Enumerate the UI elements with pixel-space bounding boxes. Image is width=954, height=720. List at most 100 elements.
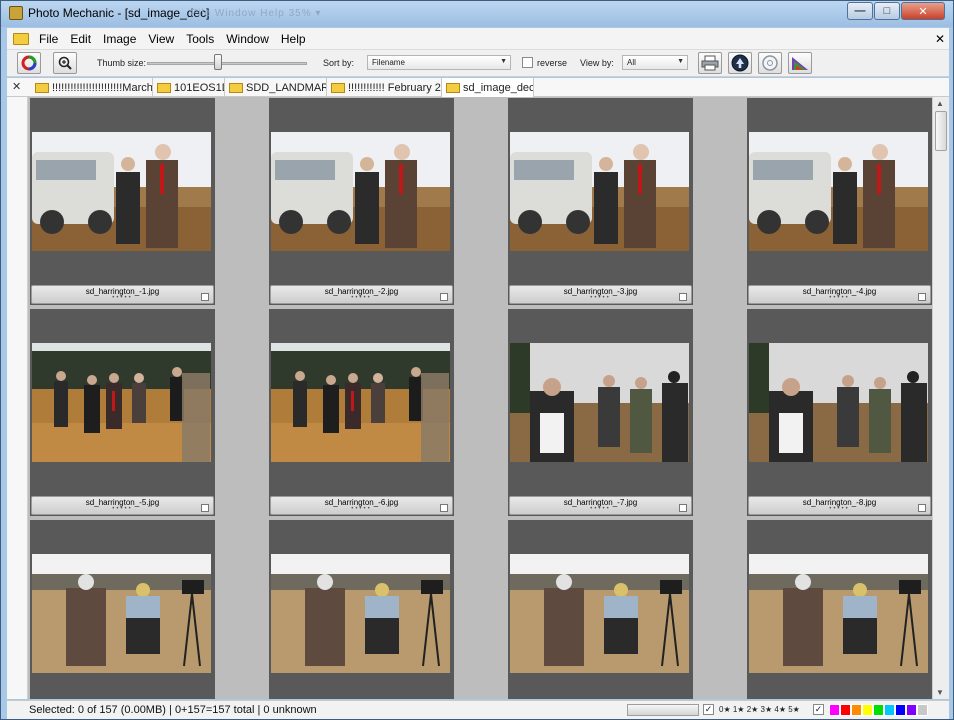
thumbnail-image[interactable] (510, 554, 689, 673)
color-histogram-icon (792, 57, 808, 70)
close-document-icon[interactable]: ✕ (935, 32, 945, 46)
color-class-swatch[interactable] (895, 704, 906, 716)
chevron-down-icon: ▼ (677, 58, 684, 65)
menu-tools[interactable]: Tools (180, 32, 220, 46)
star-rating-dots[interactable]: ••••• (32, 506, 213, 512)
title-bar[interactable]: Photo Mechanic - [sd_image_dec] File Win… (1, 1, 953, 27)
maximize-button[interactable]: □ (874, 2, 900, 20)
tag-checkbox[interactable] (679, 293, 687, 301)
menu-help[interactable]: Help (275, 32, 312, 46)
tag-checkbox[interactable] (201, 293, 209, 301)
tab-101eos1d[interactable]: 101EOS1D (153, 78, 225, 97)
zoom-icon (58, 56, 72, 70)
thumbnail-cell[interactable] (747, 520, 932, 699)
star-rating-dots[interactable]: ••••• (510, 506, 691, 512)
star-filter-checkbox[interactable]: ✓ (703, 704, 714, 715)
thumbnail-image[interactable] (749, 343, 928, 462)
scroll-up-icon[interactable]: ▲ (936, 99, 944, 108)
tag-checkbox[interactable] (918, 293, 926, 301)
color-class-swatch[interactable] (851, 704, 862, 716)
tag-checkbox[interactable] (440, 504, 448, 512)
folder-icon[interactable] (13, 32, 29, 45)
scroll-down-icon[interactable]: ▼ (936, 688, 944, 697)
star-rating-dots[interactable]: ••••• (271, 506, 452, 512)
thumbnail-image[interactable] (271, 554, 450, 673)
reverse-checkbox[interactable] (522, 57, 533, 68)
color-class-swatch[interactable] (884, 704, 895, 716)
thumbnail-image[interactable] (271, 132, 450, 251)
app-window: Photo Mechanic - [sd_image_dec] File Win… (0, 0, 954, 720)
tag-checkbox[interactable] (440, 293, 448, 301)
contact-sheet[interactable]: sd_harrington_-1.jpg ••••• sd_harrington_-… (28, 97, 932, 699)
thumbnail-image[interactable] (32, 554, 211, 673)
thumb-size-slider-handle[interactable] (214, 54, 222, 70)
chevron-down-icon: ▼ (500, 58, 507, 65)
star-rating-dots[interactable]: ••••• (749, 295, 930, 301)
tab-label: !!!!!!!!!!!! February 2012 (348, 81, 441, 94)
tag-checkbox[interactable] (918, 504, 926, 512)
thumbnail-image[interactable] (510, 343, 689, 462)
color-class-swatch[interactable] (829, 704, 840, 716)
view-by-value: All (627, 58, 636, 67)
photo-mechanic-icon[interactable] (9, 6, 23, 20)
star-rating-dots[interactable]: ••••• (271, 295, 452, 301)
tab-sd-image-dec[interactable]: sd_image_dec (442, 78, 534, 97)
close-button[interactable]: ✕ (901, 2, 945, 20)
folder-icon (157, 82, 171, 93)
tab-february[interactable]: !!!!!!!!!!!! February 2012 (327, 78, 442, 97)
menu-view[interactable]: View (142, 32, 180, 46)
tab-march[interactable]: !!!!!!!!!!!!!!!!!!!!!!!March 201 (31, 78, 153, 97)
thumbnail-cell[interactable]: sd_harrington_-6.jpg ••••• (269, 309, 454, 516)
view-by-select[interactable]: All ▼ (622, 55, 688, 70)
color-class-swatch[interactable] (873, 704, 884, 716)
thumbnail-image[interactable] (510, 132, 689, 251)
thumbnail-image[interactable] (32, 343, 211, 462)
thumbnail-cell[interactable]: sd_harrington_-3.jpg ••••• (508, 98, 693, 305)
sort-by-select[interactable]: Filename ▼ (367, 55, 511, 70)
menu-image[interactable]: Image (97, 32, 142, 46)
color-class-swatch[interactable] (840, 704, 851, 716)
menu-file[interactable]: File (33, 32, 64, 46)
disc-button[interactable] (758, 52, 782, 74)
thumbnail-cell[interactable]: sd_harrington_-1.jpg ••••• (30, 98, 215, 305)
thumbnail-image[interactable] (32, 132, 211, 251)
color-wheel-button[interactable] (17, 52, 41, 74)
thumbnail-image[interactable] (749, 554, 928, 673)
star-rating-dots[interactable]: ••••• (749, 506, 930, 512)
thumbnail-cell[interactable] (508, 520, 693, 699)
star-rating-filter[interactable]: 0★ 1★ 2★ 3★ 4★ 5★ (719, 705, 800, 714)
star-rating-dots[interactable]: ••••• (510, 295, 691, 301)
thumbnail-cell[interactable]: sd_harrington_-7.jpg ••••• (508, 309, 693, 516)
color-class-checkbox[interactable]: ✓ (813, 704, 824, 715)
tag-checkbox[interactable] (201, 504, 209, 512)
vertical-scrollbar[interactable]: ▲ ▼ (932, 97, 949, 699)
minimize-button[interactable]: — (847, 2, 873, 20)
thumbnail-cell[interactable] (269, 520, 454, 699)
print-button[interactable] (698, 52, 722, 74)
tab-label: !!!!!!!!!!!!!!!!!!!!!!!March 201 (52, 81, 153, 94)
star-rating-dots[interactable]: ••••• (32, 295, 213, 301)
thumbnail-cell[interactable]: sd_harrington_-2.jpg ••••• (269, 98, 454, 305)
thumb-size-slider[interactable] (147, 62, 307, 65)
thumbnail-cell[interactable]: sd_harrington_-4.jpg ••••• (747, 98, 932, 305)
color-histogram-button[interactable] (788, 52, 812, 74)
tab-label: SDD_LANDMARK (246, 81, 326, 94)
tag-checkbox[interactable] (679, 504, 687, 512)
thumbnail-cell[interactable] (30, 520, 215, 699)
menu-edit[interactable]: Edit (64, 32, 97, 46)
view-by-label: View by: (580, 58, 614, 68)
thumbnail-image[interactable] (271, 343, 450, 462)
close-tab-icon[interactable]: ✕ (12, 80, 21, 93)
zoom-button[interactable] (53, 52, 77, 74)
thumbnail-cell[interactable]: sd_harrington_-5.jpg ••••• (30, 309, 215, 516)
scrollbar-thumb[interactable] (935, 111, 947, 151)
menu-window[interactable]: Window (220, 32, 275, 46)
upload-button[interactable] (728, 52, 752, 74)
thumbnail-cell[interactable]: sd_harrington_-8.jpg ••••• (747, 309, 932, 516)
color-class-swatch[interactable] (906, 704, 917, 716)
color-class-swatch[interactable] (862, 704, 873, 716)
color-class-swatch[interactable] (917, 704, 928, 716)
tab-sdd-landmark[interactable]: SDD_LANDMARK (225, 78, 327, 97)
thumbnail-image[interactable] (749, 132, 928, 251)
sort-by-label: Sort by: (323, 58, 355, 68)
